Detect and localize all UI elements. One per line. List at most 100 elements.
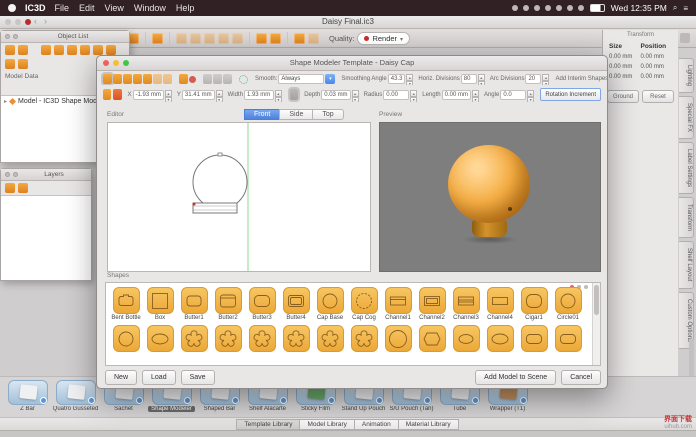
- shape-thumbnail[interactable]: [147, 287, 174, 314]
- wifi-icon[interactable]: [567, 5, 573, 11]
- shape-item[interactable]: [551, 325, 585, 360]
- shape-item[interactable]: Circle01: [551, 287, 585, 322]
- shape-thumbnail[interactable]: [521, 325, 548, 352]
- position-value[interactable]: 0.00 mm: [641, 74, 673, 80]
- field-input[interactable]: 80: [461, 74, 477, 84]
- shape-item[interactable]: Channel4: [483, 287, 517, 322]
- stepper[interactable]: [410, 90, 417, 100]
- info-badge-icon[interactable]: [184, 397, 191, 404]
- collapse-icon[interactable]: [13, 34, 18, 39]
- stepper[interactable]: [406, 74, 413, 84]
- shape-item[interactable]: [177, 325, 211, 360]
- shape-item[interactable]: [211, 325, 245, 360]
- layers-list[interactable]: [1, 195, 91, 280]
- library-tab[interactable]: Material Library: [398, 419, 459, 430]
- side-tab[interactable]: Lighting: [679, 58, 694, 93]
- zoom-in-icon[interactable]: [113, 74, 122, 84]
- stepper[interactable]: [472, 90, 479, 100]
- close-icon[interactable]: [5, 34, 10, 39]
- size-value[interactable]: 0.00 mm: [609, 54, 641, 60]
- shape-item[interactable]: Cap Cog: [347, 287, 381, 322]
- field-input[interactable]: 1.93 mm: [244, 90, 274, 100]
- shape-thumbnail[interactable]: [181, 325, 208, 352]
- shape-thumbnail[interactable]: [113, 287, 140, 314]
- shape-item[interactable]: Channel3: [449, 287, 483, 322]
- shape-item[interactable]: [143, 325, 177, 360]
- draw-arc-icon[interactable]: [213, 74, 222, 84]
- close-icon[interactable]: [5, 172, 10, 177]
- grid-icon[interactable]: [523, 5, 529, 11]
- add-object-icon[interactable]: [5, 45, 15, 55]
- shape-thumbnail[interactable]: [555, 287, 582, 314]
- revolve-icon[interactable]: [143, 74, 152, 84]
- folder-open-icon[interactable]: [18, 59, 28, 69]
- position-value[interactable]: 0.00 mm: [641, 64, 673, 70]
- dialog-title-bar[interactable]: Shape Modeler Template - Daisy Cap: [97, 56, 607, 71]
- plane-icon[interactable]: [93, 45, 103, 55]
- depth-edit-icon[interactable]: [290, 89, 298, 100]
- new-button[interactable]: New: [105, 370, 137, 385]
- library-tab[interactable]: Template Library: [236, 419, 300, 430]
- move-icon[interactable]: [176, 33, 187, 44]
- material-icon[interactable]: [256, 33, 267, 44]
- volume-icon[interactable]: [578, 5, 584, 11]
- info-badge-icon[interactable]: [376, 397, 383, 404]
- shape-thumbnail[interactable]: [385, 287, 412, 314]
- stepper[interactable]: [542, 74, 549, 84]
- shape-thumbnail[interactable]: [317, 287, 344, 314]
- draw-curve-icon[interactable]: [223, 74, 232, 84]
- scrollbar[interactable]: [592, 283, 600, 365]
- remove-object-icon[interactable]: [18, 45, 28, 55]
- shape-thumbnail[interactable]: [283, 287, 310, 314]
- field-input[interactable]: 0.0: [500, 90, 526, 100]
- apple-menu-icon[interactable]: [8, 4, 16, 12]
- collapse-icon[interactable]: [13, 172, 18, 177]
- time-machine-icon[interactable]: [545, 5, 551, 11]
- camera-icon[interactable]: [270, 33, 281, 44]
- shape-thumbnail[interactable]: [215, 325, 242, 352]
- size-value[interactable]: 0.00 mm: [609, 74, 641, 80]
- rotation-increment-button[interactable]: Rotation Increment: [540, 88, 601, 101]
- side-tab[interactable]: Label Settings: [679, 142, 694, 194]
- prev-shape-icon[interactable]: [153, 74, 162, 84]
- library-tab[interactable]: Model Library: [299, 419, 354, 430]
- stepper[interactable]: [216, 90, 223, 100]
- info-badge-icon[interactable]: [520, 397, 527, 404]
- field-input[interactable]: 20: [525, 74, 541, 84]
- view-tab[interactable]: Side: [279, 109, 313, 120]
- divider[interactable]: [169, 32, 170, 44]
- save-button[interactable]: Save: [181, 370, 215, 385]
- divider[interactable]: [249, 32, 250, 44]
- menu-item[interactable]: Window: [134, 3, 166, 13]
- shape-thumbnail[interactable]: [249, 287, 276, 314]
- cube-icon[interactable]: [41, 45, 51, 55]
- zoom-out-icon[interactable]: [123, 74, 132, 84]
- scrollbar[interactable]: [689, 338, 694, 380]
- shape-thumbnail[interactable]: [555, 325, 582, 352]
- stepper[interactable]: [275, 90, 282, 100]
- next-shape-icon[interactable]: [163, 74, 172, 84]
- stepper[interactable]: [478, 74, 485, 84]
- shape-item[interactable]: [109, 325, 143, 360]
- add-layer-icon[interactable]: [5, 183, 15, 193]
- template-item[interactable]: Quatro Gusseted: [54, 380, 97, 412]
- shape-thumbnail[interactable]: [419, 287, 446, 314]
- undo-icon[interactable]: [294, 33, 305, 44]
- menu-item[interactable]: File: [55, 3, 70, 13]
- shape-item[interactable]: [415, 325, 449, 360]
- add-model-button[interactable]: Add Model to Scene: [475, 370, 556, 385]
- shape-thumbnail[interactable]: [249, 325, 276, 352]
- shape-item[interactable]: Cap Base: [313, 287, 347, 322]
- hand-icon[interactable]: [232, 33, 243, 44]
- settings-icon[interactable]: [680, 33, 690, 43]
- quality-select[interactable]: Render: [357, 32, 410, 45]
- node-edit-icon[interactable]: [133, 74, 142, 84]
- shape-item[interactable]: Channel1: [381, 287, 415, 322]
- shape-item[interactable]: [313, 325, 347, 360]
- preview-viewport[interactable]: [379, 122, 601, 272]
- ai-text-icon[interactable]: [218, 33, 229, 44]
- delete-point-icon[interactable]: [189, 76, 196, 83]
- info-badge-icon[interactable]: [88, 397, 95, 404]
- stepper[interactable]: [165, 90, 172, 100]
- star-icon[interactable]: [204, 33, 215, 44]
